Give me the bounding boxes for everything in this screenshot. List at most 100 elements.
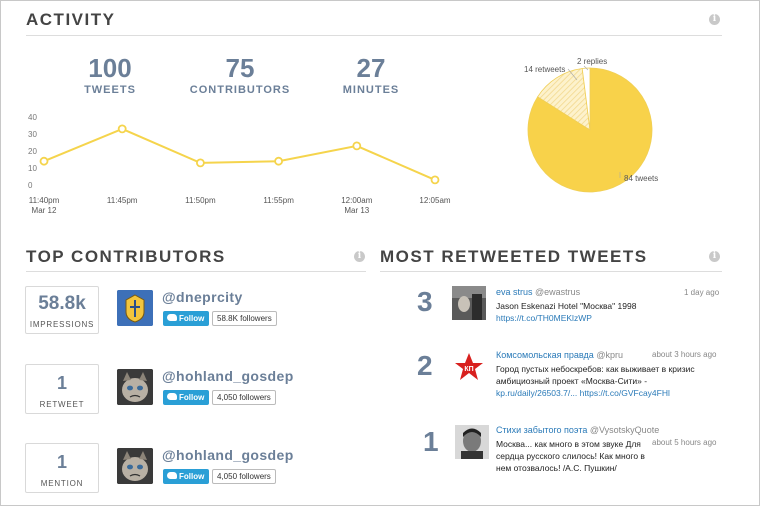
- stat-minutes-value: 27: [356, 53, 386, 83]
- followers-count: 4,050 followers: [212, 469, 276, 484]
- tweet-links-line: kp.ru/daily/26503.7/... https://t.co/GVF…: [496, 387, 721, 399]
- tweet-link-short[interactable]: https://t.co/GVFcay4FHl: [580, 388, 670, 398]
- tweet-author-avatar[interactable]: [455, 425, 489, 459]
- x-tick-label: 12:05am: [419, 196, 450, 205]
- tweet-link[interactable]: kp.ru/daily/26503.7/...: [496, 388, 577, 398]
- contributor-metric-label: MENTION: [40, 479, 84, 488]
- tweet-author-handle: @VysotskyQuote: [589, 425, 660, 435]
- x-tick-label: 11:40pm: [29, 196, 60, 205]
- twitter-bird-icon: [167, 472, 177, 480]
- twitter-bird-icon: [167, 314, 177, 322]
- contributor-avatar[interactable]: [117, 448, 153, 484]
- tweet-time: 1 day ago: [684, 288, 720, 297]
- contributor-metric-box: 58.8k IMPRESSIONS: [25, 286, 99, 334]
- portrait-photo-icon: [452, 286, 486, 320]
- contributor-handle[interactable]: @hohland_gosdep: [162, 447, 294, 463]
- follow-button[interactable]: Follow: [163, 390, 209, 405]
- tweet-type-pie-chart: 84 tweets 14 retweets 2 replies: [524, 57, 658, 193]
- data-point[interactable]: [430, 175, 440, 185]
- tweet-author-name: Стихи забытого поэта: [496, 425, 588, 435]
- data-point[interactable]: [39, 156, 49, 166]
- tweet-text: Москва... как много в этом звуке Для сер…: [496, 439, 645, 473]
- followers-count: 58.8K followers: [212, 311, 277, 326]
- x-tick-label: 12:00am: [341, 196, 372, 205]
- follow-label: Follow: [179, 472, 205, 481]
- tweet-link[interactable]: https://t.co/TH0MEKlzWP: [496, 312, 721, 324]
- top-contributors-divider: [26, 271, 366, 272]
- tweet-body: Город пустых небоскребов: как выживает в…: [496, 363, 721, 399]
- x-tick-label: 11:55pm: [263, 196, 294, 205]
- tweet-author-name: eva strus: [496, 287, 533, 297]
- x-tick-sublabel: Mar 12: [32, 206, 57, 215]
- tweet-author-avatar[interactable]: [452, 286, 486, 320]
- poet-portrait-icon: [455, 425, 489, 459]
- tweet-body: Jason Eskenazi Hotel "Москва" 1998 https…: [496, 300, 721, 324]
- follow-label: Follow: [179, 314, 205, 323]
- contributor-metric-label: RETWEET: [39, 400, 85, 409]
- pie-slice-label: 2 replies: [577, 57, 607, 66]
- stat-contributors-label: CONTRIBUTORS: [189, 84, 291, 96]
- data-point[interactable]: [195, 158, 205, 168]
- data-point[interactable]: [274, 156, 284, 166]
- tweet-author[interactable]: Комсомольская правда @kpru: [496, 350, 623, 360]
- tweet-author-handle: @ewastrus: [535, 287, 581, 297]
- most-retweeted-title: MOST RETWEETED TWEETS: [380, 247, 648, 266]
- stat-tweets-label: TWEETS: [84, 84, 136, 96]
- grumpy-cat-avatar-icon: [117, 369, 153, 405]
- activity-info-icon[interactable]: i: [709, 14, 720, 25]
- y-tick-label: 40: [28, 113, 37, 122]
- y-tick-label: 10: [28, 164, 37, 173]
- top-contributors-title: TOP CONTRIBUTORS: [26, 247, 226, 266]
- follow-button[interactable]: Follow: [163, 469, 209, 484]
- tweet-author[interactable]: Стихи забытого поэта @VysotskyQuote: [496, 425, 659, 435]
- top-contributors-info-icon[interactable]: i: [354, 251, 365, 262]
- activity-title: ACTIVITY: [26, 10, 116, 29]
- stat-contributors: 75 CONTRIBUTORS: [185, 54, 295, 96]
- twitter-bird-icon: [167, 393, 177, 401]
- contributor-handle[interactable]: @dneprcity: [162, 289, 243, 305]
- tweet-rank: 1: [423, 426, 439, 457]
- follow-button[interactable]: Follow: [163, 311, 209, 326]
- tweet-rank: 2: [417, 350, 433, 381]
- data-point[interactable]: [117, 124, 127, 134]
- city-crest-avatar-icon: [117, 290, 153, 326]
- contributor-metric-value: 1: [56, 373, 67, 393]
- grumpy-cat-avatar-icon: [117, 448, 153, 484]
- activity-divider: [26, 35, 722, 36]
- data-point[interactable]: [352, 141, 362, 151]
- contributor-metric-box: 1 MENTION: [25, 443, 99, 493]
- most-retweeted-info-icon[interactable]: i: [709, 251, 720, 262]
- stat-contributors-value: 75: [225, 53, 255, 83]
- contributor-metric-box: 1 RETWEET: [25, 364, 99, 414]
- followers-count: 4,050 followers: [212, 390, 276, 405]
- contributor-metric-value: 58.8k: [38, 293, 86, 314]
- x-tick-label: 11:45pm: [107, 196, 138, 205]
- tweet-author-avatar[interactable]: КП: [452, 350, 486, 384]
- y-tick-label: 20: [28, 147, 37, 156]
- tweet-time: about 5 hours ago: [652, 438, 717, 447]
- series-line: [43, 127, 436, 181]
- activity-line-chart: 40 30 20 10 0 11:40pmMar 12 11:45pm 11:50pm 11:5…: [28, 113, 451, 215]
- x-tick-label: 11:50pm: [185, 196, 216, 205]
- tweet-time: about 3 hours ago: [652, 350, 717, 359]
- tweet-author-name: Комсомольская правда: [496, 350, 594, 360]
- contributor-handle[interactable]: @hohland_gosdep: [162, 368, 294, 384]
- stat-tweets: 100 TWEETS: [70, 54, 150, 96]
- follow-label: Follow: [179, 393, 205, 402]
- pie-slice-label: 14 retweets: [524, 65, 565, 74]
- tweet-author[interactable]: eva strus @ewastrus: [496, 287, 580, 297]
- tweet-text: Jason Eskenazi Hotel "Москва" 1998: [496, 301, 637, 311]
- tweet-author-handle: @kpru: [596, 350, 623, 360]
- tweet-text: Город пустых небоскребов: как выживает в…: [496, 364, 695, 386]
- contributor-avatar[interactable]: [117, 369, 153, 405]
- stat-tweets-value: 100: [88, 53, 132, 83]
- contributor-metric-label: IMPRESSIONS: [29, 320, 95, 329]
- kp-logo-icon: КП: [452, 350, 486, 384]
- stat-minutes-label: MINUTES: [342, 84, 400, 96]
- tweet-body: Москва... как много в этом звуке Для сер…: [496, 438, 646, 474]
- most-retweeted-divider: [380, 271, 722, 272]
- contributor-metric-value: 1: [56, 452, 67, 472]
- y-tick-label: 0: [28, 181, 33, 190]
- contributor-avatar[interactable]: [117, 290, 153, 326]
- y-tick-label: 30: [28, 130, 37, 139]
